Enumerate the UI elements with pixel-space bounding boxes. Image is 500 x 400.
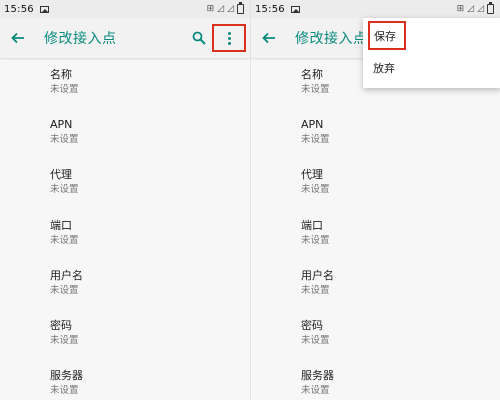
field-server[interactable]: 服务器 未设置 [0, 366, 250, 400]
status-time: 15:56 [255, 3, 285, 15]
field-proxy[interactable]: 代理 未设置 [251, 165, 500, 215]
battery-icon [237, 2, 244, 14]
field-value: 未设置 [50, 234, 79, 246]
status-bar: 15:56 ⊞ ◿ ◿ [251, 0, 500, 18]
search-icon [192, 31, 206, 45]
page-title: 修改接入点 [44, 31, 117, 47]
field-apn[interactable]: APN 未设置 [0, 115, 250, 165]
field-value: 未设置 [50, 84, 79, 95]
field-value: 未设置 [301, 334, 330, 346]
field-value: 未设置 [50, 284, 79, 296]
field-proxy[interactable]: 代理 未设置 [0, 165, 250, 215]
field-apn[interactable]: APN 未设置 [251, 115, 500, 165]
image-notification-icon [39, 5, 49, 13]
field-value: 未设置 [50, 385, 79, 397]
menu-item-save[interactable]: 保存 [368, 21, 406, 50]
sim-icon: ⊞ [206, 4, 215, 14]
field-value: 未设置 [50, 134, 79, 146]
field-label: 端口 [50, 218, 72, 232]
field-label: 代理 [301, 168, 323, 182]
field-label: 用户名 [50, 268, 83, 282]
signal-icon: ◿ [467, 4, 475, 14]
app-bar: 修改接入点 [0, 18, 250, 58]
search-button[interactable] [186, 18, 212, 58]
comparison-screens: 15:56 ⊞ ◿ ◿ 修改接入点 名称 未设置 APN 未设置 代理 未设置 … [0, 0, 500, 400]
field-label: APN [50, 118, 73, 132]
arrow-left-icon [262, 32, 275, 44]
more-vertical-icon [227, 31, 231, 45]
menu-item-discard[interactable]: 放弃 [363, 50, 500, 85]
field-value: 未设置 [301, 234, 330, 246]
field-label: 密码 [50, 318, 72, 332]
wifi-icon: ◿ [477, 4, 484, 14]
field-label: APN [301, 118, 324, 132]
field-port[interactable]: 端口 未设置 [251, 216, 500, 266]
back-button[interactable] [0, 18, 36, 58]
field-name[interactable]: 名称 未设置 [0, 65, 250, 115]
field-password[interactable]: 密码 未设置 [251, 316, 500, 366]
field-value: 未设置 [301, 385, 330, 397]
apn-fields-list: 名称 未设置 APN 未设置 代理 未设置 端口 未设置 用户名 未设置 密码 … [251, 58, 500, 400]
status-icons: ⊞ ◿ ◿ [206, 2, 244, 14]
field-username[interactable]: 用户名 未设置 [0, 266, 250, 316]
sim-icon: ⊞ [456, 4, 465, 14]
image-notification-icon [290, 5, 300, 13]
field-label: 用户名 [301, 268, 334, 282]
more-options-button[interactable] [212, 24, 246, 52]
field-value: 未设置 [301, 134, 330, 146]
overflow-menu: 保存 放弃 [363, 18, 500, 88]
field-label: 密码 [301, 318, 323, 332]
page-title: 修改接入点 [295, 31, 368, 47]
field-value: 未设置 [301, 184, 330, 196]
back-button[interactable] [251, 18, 287, 58]
status-bar: 15:56 ⊞ ◿ ◿ [0, 0, 250, 18]
screen-left: 15:56 ⊞ ◿ ◿ 修改接入点 名称 未设置 APN 未设置 代理 未设置 … [0, 0, 250, 400]
apn-fields-list: 名称 未设置 APN 未设置 代理 未设置 端口 未设置 用户名 未设置 密码 … [0, 58, 250, 400]
app-bar-actions [186, 18, 250, 58]
field-label: 名称 [50, 68, 72, 81]
wifi-icon: ◿ [227, 4, 234, 14]
field-username[interactable]: 用户名 未设置 [251, 266, 500, 316]
field-port[interactable]: 端口 未设置 [0, 216, 250, 266]
status-time: 15:56 [4, 3, 34, 15]
arrow-left-icon [11, 32, 24, 44]
field-label: 端口 [301, 218, 323, 232]
field-server[interactable]: 服务器 未设置 [251, 366, 500, 400]
field-label: 服务器 [301, 369, 334, 383]
field-value: 未设置 [50, 184, 79, 196]
signal-icon: ◿ [217, 4, 225, 14]
field-label: 服务器 [50, 369, 83, 383]
field-value: 未设置 [50, 334, 79, 346]
field-label: 代理 [50, 168, 72, 182]
field-value: 未设置 [301, 284, 330, 296]
status-icons: ⊞ ◿ ◿ [456, 2, 494, 14]
field-password[interactable]: 密码 未设置 [0, 316, 250, 366]
battery-icon [487, 2, 494, 14]
screen-right: 15:56 ⊞ ◿ ◿ 修改接入点 名称 未设置 APN 未设置 代理 未设置 … [250, 0, 500, 400]
